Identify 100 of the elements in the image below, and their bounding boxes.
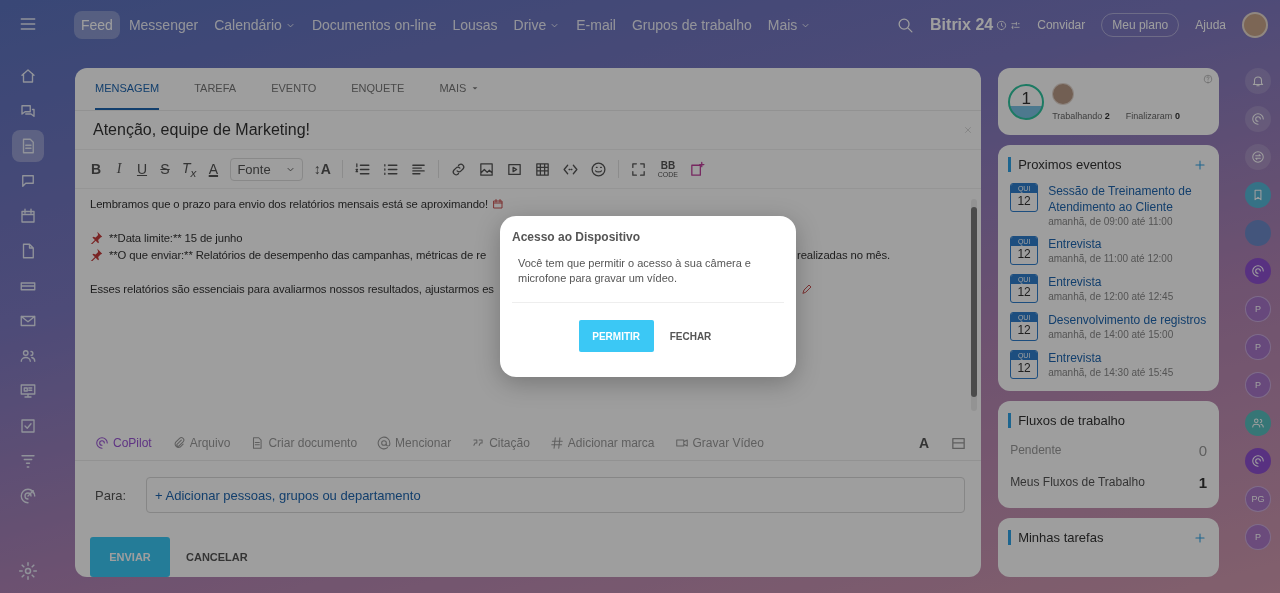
card-title: Proximos eventos bbox=[1018, 157, 1122, 172]
action-button[interactable]: Citação bbox=[471, 436, 530, 450]
calendar-icon bbox=[19, 207, 37, 225]
user-initials-avatar[interactable]: P bbox=[1245, 372, 1272, 398]
editor-tab[interactable]: EVENTO bbox=[271, 68, 317, 110]
nav-tab[interactable]: Messenger bbox=[121, 11, 206, 39]
event-time: amanhã, de 09:00 até 11:00 bbox=[1048, 216, 1174, 227]
dialog-title: Acesso ao Dispositivo bbox=[512, 230, 642, 244]
workflow-label[interactable]: Pendente bbox=[1010, 443, 1062, 457]
editor-tab[interactable]: TAREFA bbox=[194, 68, 237, 110]
settings-icon[interactable] bbox=[18, 561, 38, 581]
action-button[interactable]: Criar documento bbox=[250, 436, 358, 450]
avatar[interactable] bbox=[1052, 82, 1075, 105]
nav-tab[interactable]: Calendário bbox=[207, 11, 303, 39]
search-icon[interactable] bbox=[897, 16, 915, 34]
card-title: Fluxos de trabalho bbox=[1018, 413, 1126, 428]
action-button[interactable]: Mencionar bbox=[377, 436, 452, 450]
text-style-button[interactable]: A bbox=[918, 435, 931, 451]
smiley-icon[interactable] bbox=[589, 160, 607, 178]
user-initials-avatar[interactable]: P bbox=[1245, 334, 1272, 360]
font-select[interactable]: Fonte bbox=[230, 157, 303, 181]
recipients-field[interactable]: + Adicionar pessoas, grupos ou departamento bbox=[146, 477, 966, 513]
avatar[interactable] bbox=[1242, 12, 1268, 38]
user-initials-avatar[interactable]: P bbox=[1245, 296, 1272, 322]
contacts-icon bbox=[19, 347, 37, 365]
cancel-button[interactable]: CANCELAR bbox=[180, 550, 254, 564]
nav-tab[interactable]: Grupos de trabalho bbox=[624, 11, 759, 39]
target-icon bbox=[19, 487, 37, 505]
nav-tab[interactable]: Lousas bbox=[445, 11, 505, 39]
fullscreen-icon[interactable] bbox=[629, 160, 647, 178]
help-icon[interactable] bbox=[1203, 74, 1214, 84]
spiral-button[interactable] bbox=[1245, 448, 1272, 474]
sticker-icon[interactable] bbox=[689, 160, 706, 178]
spiral-icon bbox=[1251, 112, 1266, 126]
document-icon bbox=[250, 436, 265, 450]
nav-tab[interactable]: Drive bbox=[506, 11, 568, 39]
pushpin-icon bbox=[90, 231, 103, 244]
event-link[interactable]: Entrevista bbox=[1048, 236, 1173, 252]
nav-tab[interactable]: Documentos on-line bbox=[304, 11, 444, 39]
invite-link[interactable]: Convidar bbox=[1031, 14, 1092, 36]
clock-icon bbox=[996, 19, 1008, 31]
workflow-count: 1 bbox=[1198, 473, 1208, 491]
action-button[interactable]: Arquivo bbox=[171, 436, 231, 450]
event-link[interactable]: Entrevista bbox=[1048, 274, 1174, 290]
to-label: Para: bbox=[95, 487, 127, 503]
plus-icon[interactable] bbox=[1193, 157, 1208, 172]
spiral-icon bbox=[1251, 264, 1266, 278]
action-button[interactable]: CoPilot bbox=[95, 436, 152, 450]
workflow-count: 0 bbox=[1198, 441, 1208, 459]
event-link[interactable]: Entrevista bbox=[1048, 350, 1174, 366]
user-initials-avatar[interactable]: P bbox=[1245, 524, 1272, 550]
group-button[interactable] bbox=[1245, 410, 1272, 436]
hashtag-icon bbox=[549, 436, 564, 450]
image-icon[interactable] bbox=[477, 160, 495, 178]
format-button[interactable]: U bbox=[136, 161, 148, 177]
format-button[interactable]: B bbox=[90, 161, 102, 177]
nav-tab[interactable]: Mais bbox=[760, 11, 819, 39]
format-button[interactable]: T$_{x}$ bbox=[182, 159, 197, 179]
event-time: amanhã, de 14:30 até 15:45 bbox=[1048, 367, 1174, 378]
editor-tab[interactable]: ENQUETE bbox=[351, 68, 405, 110]
format-button[interactable]: S bbox=[159, 161, 171, 177]
dialog-message: Você tem que permitir o acesso à sua câmera e microfone para gravar um vídeo. bbox=[512, 256, 784, 303]
table-icon[interactable] bbox=[533, 160, 551, 178]
close-button[interactable]: FECHAR bbox=[663, 329, 718, 343]
at-sign-icon bbox=[377, 436, 392, 450]
font-size-button[interactable]: ↕A bbox=[313, 161, 331, 177]
format-button[interactable]: A bbox=[207, 161, 220, 177]
nav-tab[interactable]: E-mail bbox=[569, 11, 623, 39]
spiral-button[interactable] bbox=[1245, 258, 1272, 284]
workday-counter[interactable]: 1 bbox=[1008, 83, 1045, 120]
chat-icon bbox=[19, 172, 37, 190]
card-title: Minhas tarefas bbox=[1018, 530, 1104, 545]
group-icon bbox=[1251, 416, 1266, 430]
editor-tab[interactable]: MENSAGEM bbox=[95, 68, 160, 110]
checkbox-icon bbox=[19, 417, 37, 435]
allow-button[interactable]: PERMITIR bbox=[578, 320, 654, 352]
plus-icon[interactable] bbox=[1193, 530, 1208, 545]
title-field[interactable]: Atenção, equipe de Marketing! bbox=[93, 121, 311, 139]
body-text: Lembramos que o prazo para envio dos relatórios mensais está se aproximando! bbox=[90, 197, 489, 210]
format-button[interactable]: I bbox=[113, 161, 125, 177]
body-text: realizadas no mês. bbox=[797, 248, 891, 261]
event-link[interactable]: Desenvolvimento de registros bbox=[1048, 312, 1207, 328]
help-link[interactable]: Ajuda bbox=[1189, 14, 1232, 36]
editor-tab[interactable]: MAIS bbox=[439, 68, 480, 110]
close-icon[interactable] bbox=[963, 125, 974, 135]
workflow-label[interactable]: Meus Fluxos de Trabalho bbox=[1010, 475, 1145, 489]
presentation-icon bbox=[19, 382, 37, 400]
action-button[interactable]: Adicionar marca bbox=[549, 436, 655, 450]
scrollbar[interactable] bbox=[971, 199, 978, 411]
event-link[interactable]: Sessão de Treinamento de Atendimento ao Cliente bbox=[1048, 183, 1210, 215]
add-recipients-link[interactable]: + Adicionar pessoas, grupos ou departamento bbox=[155, 487, 421, 503]
action-button[interactable]: Gravar Vídeo bbox=[674, 436, 764, 450]
user-initials-avatar[interactable]: PG bbox=[1245, 486, 1272, 512]
sliders-icon[interactable] bbox=[1010, 19, 1022, 31]
body-text: Esses relatórios são essenciais para avaliarmos nossos resultados, ajustarmos es bbox=[90, 282, 494, 295]
event-time: amanhã, de 14:00 até 15:00 bbox=[1048, 329, 1175, 340]
bookmark-button[interactable] bbox=[1245, 182, 1272, 208]
send-button[interactable]: ENVIAR bbox=[90, 537, 170, 577]
bell-icon bbox=[1251, 74, 1266, 88]
logo: Bitrix 24 bbox=[930, 16, 994, 34]
